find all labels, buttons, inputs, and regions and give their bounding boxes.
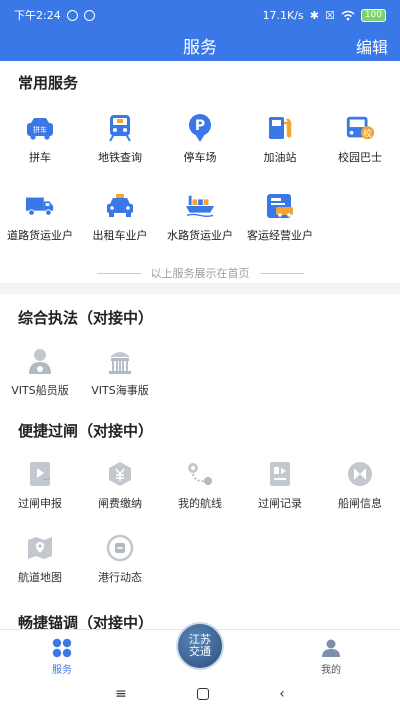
hint-text: 以上服务展示在首页 [150,267,250,280]
service-waterway-map[interactable]: 航道地图 [0,533,80,585]
service-label: 我的航线 [178,497,222,510]
maritime-icon [105,346,135,376]
jiangsu-traffic-logo-icon[interactable]: 江苏交通 [176,622,224,670]
bluetooth-icon: ✱ [309,8,319,22]
section-title-lock: 便捷过闸（对接中） [18,422,154,440]
service-fee-payment[interactable]: 闸费缴纳 [80,459,160,511]
cargo-ship-icon [185,191,215,221]
section-title-law: 综合执法（对接中） [18,309,154,327]
service-road-freight[interactable]: 道路货运业户 [0,191,80,243]
tab-services[interactable]: 服务 [52,638,72,676]
crew-icon [25,346,55,376]
service-label: VITS船员版 [11,384,69,397]
passenger-transport-icon [265,191,295,221]
service-label: VITS海事版 [91,384,149,397]
services-content[interactable]: 常用服务 拼车 拼车 地铁查询 P 停车场 加油站 校 校园巴士 道路货运业户 … [0,61,400,629]
tab-profile[interactable]: 我的 [321,638,341,676]
service-vits-crew[interactable]: VITS船员版 [0,346,80,398]
service-parking[interactable]: P 停车场 [160,113,240,165]
service-carpool[interactable]: 拼车 拼车 [0,113,80,165]
home-display-hint: 以上服务展示在首页 [0,265,400,281]
profile-icon [322,639,340,657]
service-label: 客运经营业户 [247,229,313,242]
school-bus-icon: 校 [345,113,375,143]
service-passenger-transport[interactable]: 客运经营业户 [240,191,320,243]
service-label: 地铁查询 [98,151,142,164]
service-my-route[interactable]: 我的航线 [160,459,240,511]
hint-line-left [96,272,141,274]
lock-info-icon [345,459,375,489]
section-title-common: 常用服务 [18,74,79,92]
service-water-freight[interactable]: 水路货运业户 [160,191,240,243]
lock-declare-icon [25,459,55,489]
hint-line-right [259,272,304,274]
gas-station-icon [265,113,295,143]
parking-icon: P [185,113,215,143]
service-label: 船闸信息 [338,497,382,510]
page-title: 服务 [183,38,217,58]
common-services-card: 常用服务 拼车 拼车 地铁查询 P 停车场 加油站 校 校园巴士 道路货运业户 … [0,61,400,283]
service-label: 出租车业户 [92,229,148,242]
service-label: 航道地图 [18,571,62,584]
truck-icon [25,191,55,221]
service-label: 过闸申报 [18,497,62,510]
service-label: 停车场 [183,151,217,164]
battery-indicator: 100 [360,8,386,22]
taxi-icon [105,191,135,221]
service-lock-info[interactable]: 船闸信息 [320,459,400,511]
bottom-tab-bar: 服务 江苏交通 我的 [0,622,400,677]
service-label: 闸费缴纳 [98,497,142,510]
wifi-icon [341,10,355,20]
service-label: 加油站 [263,151,297,164]
home-icon[interactable] [197,687,210,700]
service-taxi[interactable]: 出租车业户 [80,191,160,243]
service-lock-declare[interactable]: 过闸申报 [0,459,80,511]
waterway-map-icon [25,533,55,563]
service-port-dynamic[interactable]: 港行动态 [80,533,160,585]
service-lock-record[interactable]: 过闸记录 [240,459,320,511]
service-vits-maritime[interactable]: VITS海事版 [80,346,160,398]
center-logo-text: 江苏交通 [189,633,211,658]
service-label: 过闸记录 [258,497,302,510]
fee-payment-icon [105,459,135,489]
tab-label: 服务 [52,665,72,676]
route-icon [185,459,215,489]
service-gas-station[interactable]: 加油站 [240,113,320,165]
service-label: 拼车 [29,151,51,164]
tab-label: 我的 [321,665,341,676]
status-bar: 下午2:24 17.1K/s ✱ ☒ 100 [0,0,400,30]
service-label: 校园巴士 [338,151,382,164]
lock-passage-card: 便捷过闸（对接中） 过闸申报 闸费缴纳 我的航线 过闸记录 船闸信息 航道地图 … [0,406,400,606]
service-label: 港行动态 [98,571,142,584]
metro-icon [105,113,135,143]
lock-record-icon [265,459,295,489]
svg-text:校: 校 [363,128,372,138]
network-speed: 17.1K/s [262,8,304,22]
sim-icon: ☒ [324,8,335,22]
menu-icon[interactable]: ≡ [115,686,127,702]
port-dynamic-icon [105,533,135,563]
back-icon[interactable]: ‹ [279,686,285,702]
law-enforcement-card: 综合执法（对接中） VITS船员版 VITS海事版 [0,294,400,406]
carpool-icon: 拼车 [25,113,55,143]
service-label: 水路货运业户 [167,229,233,242]
notification-icon [66,9,78,21]
edit-button[interactable]: 编辑 [356,34,388,58]
status-time: 下午2:24 [14,9,61,22]
service-school-bus[interactable]: 校 校园巴士 [320,113,400,165]
nav-bar: 服务 编辑 [0,30,400,61]
system-navigation-bar: ≡ ‹ [0,677,400,710]
service-label: 道路货运业户 [7,229,73,242]
services-grid-icon [52,638,72,658]
svg-text:P: P [195,118,205,134]
service-metro[interactable]: 地铁查询 [80,113,160,165]
notification-icon-2 [83,9,95,21]
svg-text:拼车: 拼车 [33,125,47,134]
